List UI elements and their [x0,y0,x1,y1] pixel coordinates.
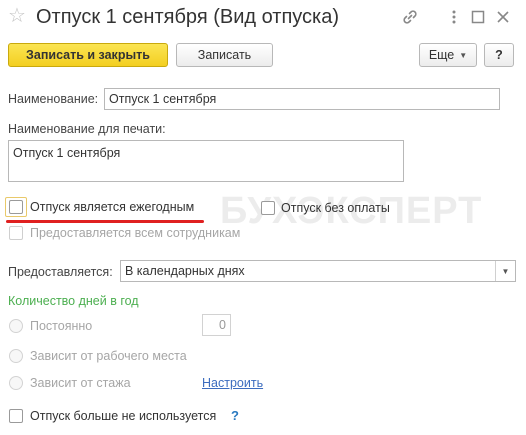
provided-select[interactable]: В календарных днях [120,260,516,282]
help-icon[interactable]: ? [231,408,239,423]
provided-label: Предоставляется: [8,265,113,279]
radio-permanent [9,319,23,333]
close-icon[interactable] [494,8,512,26]
title-bar: ☆ Отпуск 1 сентября (Вид отпуска) [0,0,526,36]
print-name-textarea[interactable]: Отпуск 1 сентября [8,140,404,182]
save-button[interactable]: Записать [176,43,273,67]
annual-checkbox[interactable] [9,200,23,214]
all-employees-checkbox [9,226,23,240]
save-and-close-button[interactable]: Записать и закрыть [8,43,168,67]
radio-seniority [9,376,23,390]
name-label: Наименование: [8,92,99,106]
more-actions-icon[interactable] [445,8,463,26]
chevron-down-icon: ▼ [459,50,468,60]
window-title: Отпуск 1 сентября (Вид отпуска) [36,6,340,28]
unpaid-label: Отпуск без оплаты [281,201,390,215]
print-name-label: Наименование для печати: [8,122,166,136]
help-button[interactable]: ? [484,43,514,67]
configure-link[interactable]: Настроить [202,376,263,390]
favorite-star-icon[interactable]: ☆ [8,6,26,26]
radio-seniority-label: Зависит от стажа [30,376,131,390]
days-section-title: Количество дней в год [8,294,139,308]
radio-workplace [9,349,23,363]
radio-permanent-label: Постоянно [30,319,93,333]
more-menu-button[interactable]: Еще ▼ [419,43,477,67]
link-icon[interactable] [401,8,419,26]
radio-workplace-label: Зависит от рабочего места [30,349,187,363]
not-used-label: Отпуск больше не используется [30,409,217,423]
highlight-underline [6,220,204,223]
maximize-icon[interactable] [469,8,487,26]
all-employees-label: Предоставляется всем сотрудникам [30,226,241,240]
chevron-down-icon[interactable]: ▼ [495,261,515,281]
not-used-checkbox[interactable] [9,409,23,423]
unpaid-checkbox[interactable] [261,201,275,215]
name-input[interactable]: Отпуск 1 сентября [104,88,500,110]
annual-label: Отпуск является ежегодным [30,200,195,214]
more-menu-label: Еще [428,48,455,62]
permanent-days-input: 0 [202,314,231,336]
provided-select-value: В календарных днях [125,264,245,278]
